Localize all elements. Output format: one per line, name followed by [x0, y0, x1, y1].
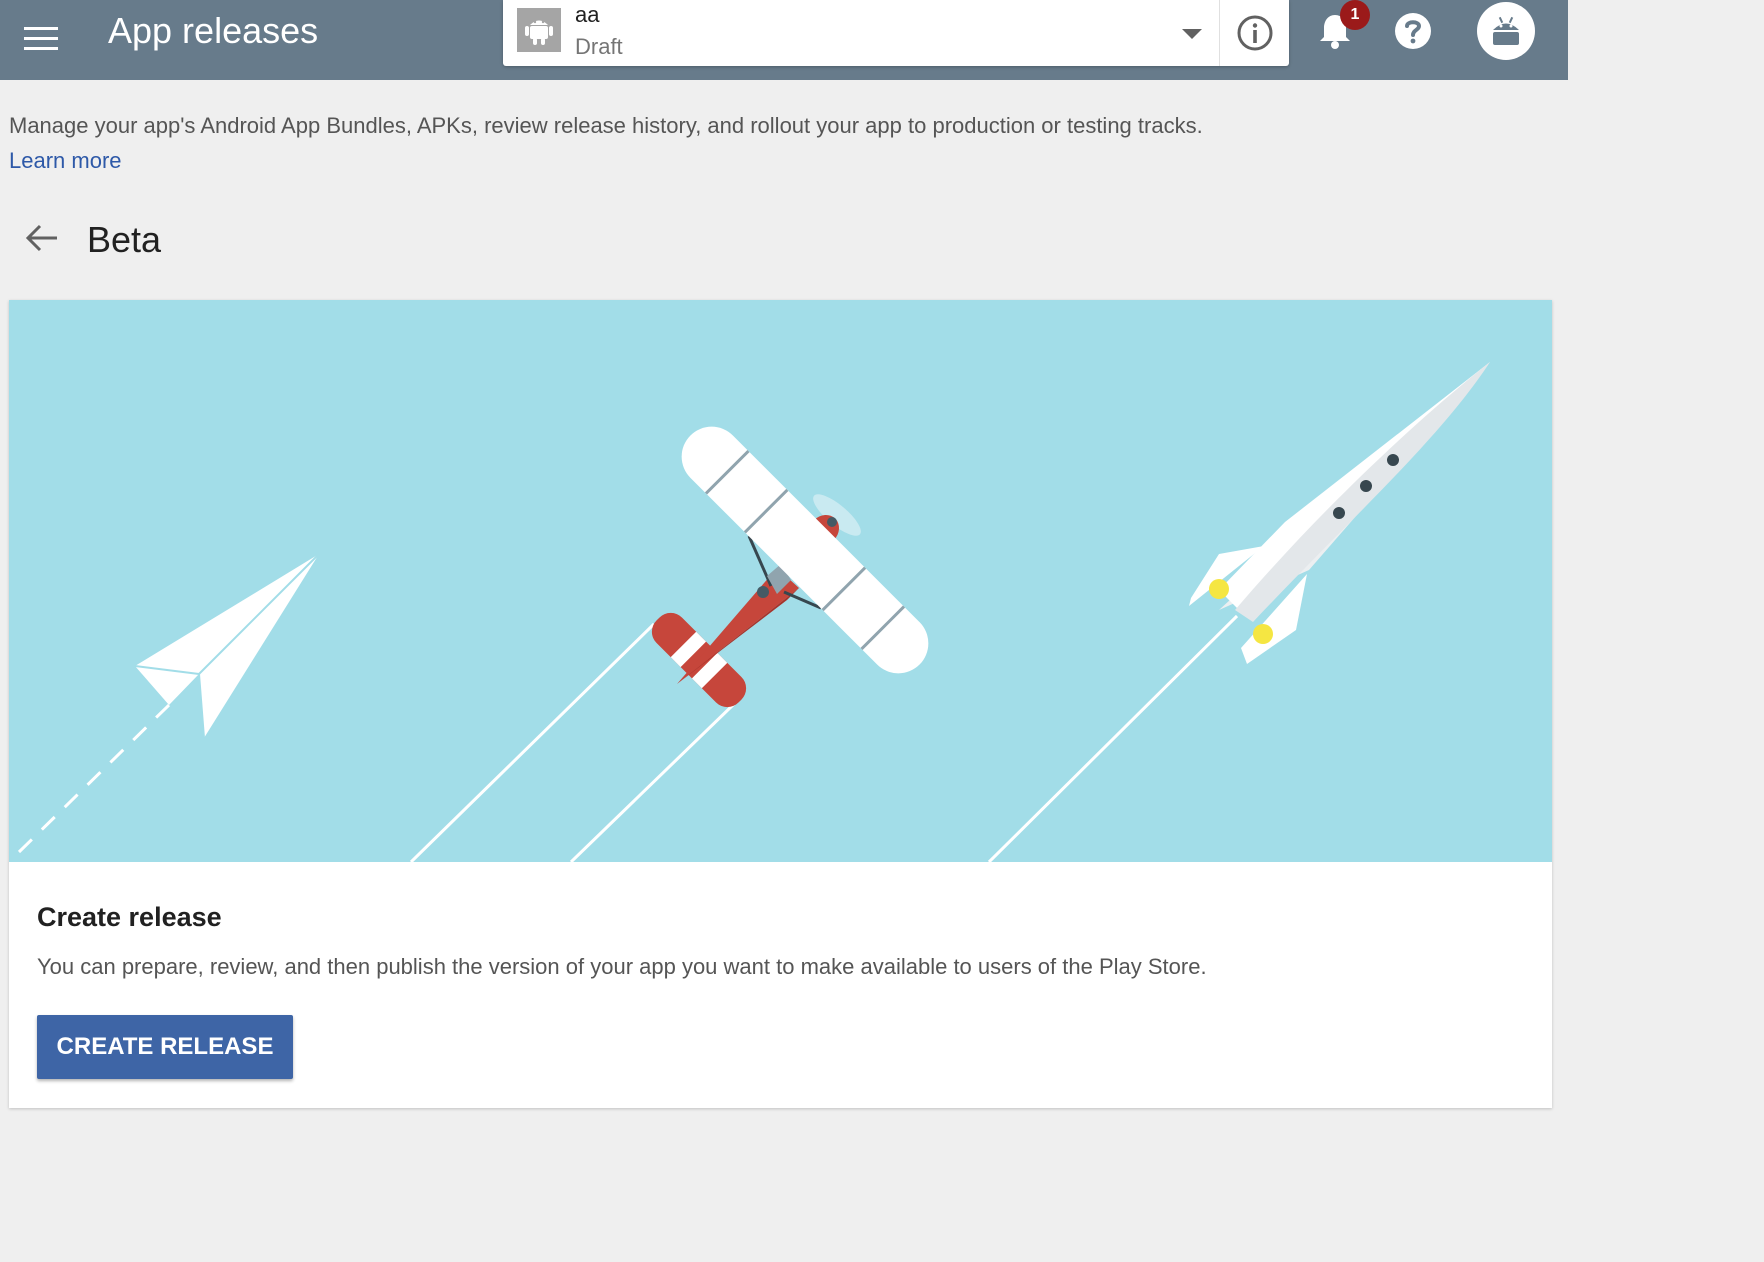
- android-icon: [525, 20, 553, 45]
- top-app-bar: App releases aa Draft 1: [0, 0, 1568, 80]
- app-info-button[interactable]: [1233, 11, 1277, 55]
- card-description: You can prepare, review, and then publis…: [37, 954, 1207, 979]
- menu-button[interactable]: [20, 18, 62, 60]
- create-release-card: Create release You can prepare, review, …: [9, 300, 1552, 1108]
- page-title: Beta: [87, 219, 162, 260]
- info-icon: [1237, 15, 1273, 51]
- app-selector[interactable]: aa Draft: [503, 0, 1289, 66]
- back-button[interactable]: [22, 218, 62, 258]
- app-icon: [517, 8, 561, 52]
- biplane-trail-right: [569, 702, 736, 862]
- chevron-down-icon: [1182, 29, 1202, 39]
- biplane-trail-left: [409, 622, 656, 862]
- menu-icon: [24, 27, 58, 50]
- selector-divider: [1219, 0, 1220, 66]
- paper-plane-trail: [17, 703, 171, 854]
- account-avatar[interactable]: [1477, 2, 1535, 60]
- hero-illustration: [9, 300, 1552, 862]
- app-title: App releases: [108, 10, 319, 51]
- help-button[interactable]: [1390, 8, 1436, 54]
- rocket-trail: [987, 614, 1239, 862]
- create-release-button[interactable]: CREATE RELEASE: [37, 1015, 293, 1079]
- page-description: Manage your app's Android App Bundles, A…: [9, 113, 1203, 138]
- app-name: aa: [575, 2, 600, 27]
- help-icon: [1395, 13, 1431, 49]
- app-dropdown-button[interactable]: [1173, 18, 1211, 50]
- app-status: Draft: [575, 34, 623, 59]
- biplane-icon: [651, 426, 929, 708]
- notification-count-badge: 1: [1340, 0, 1370, 30]
- arrow-back-icon: [25, 224, 57, 252]
- android-avatar-icon: [1493, 16, 1519, 45]
- learn-more-link[interactable]: Learn more: [9, 148, 122, 174]
- card-title: Create release: [37, 902, 222, 932]
